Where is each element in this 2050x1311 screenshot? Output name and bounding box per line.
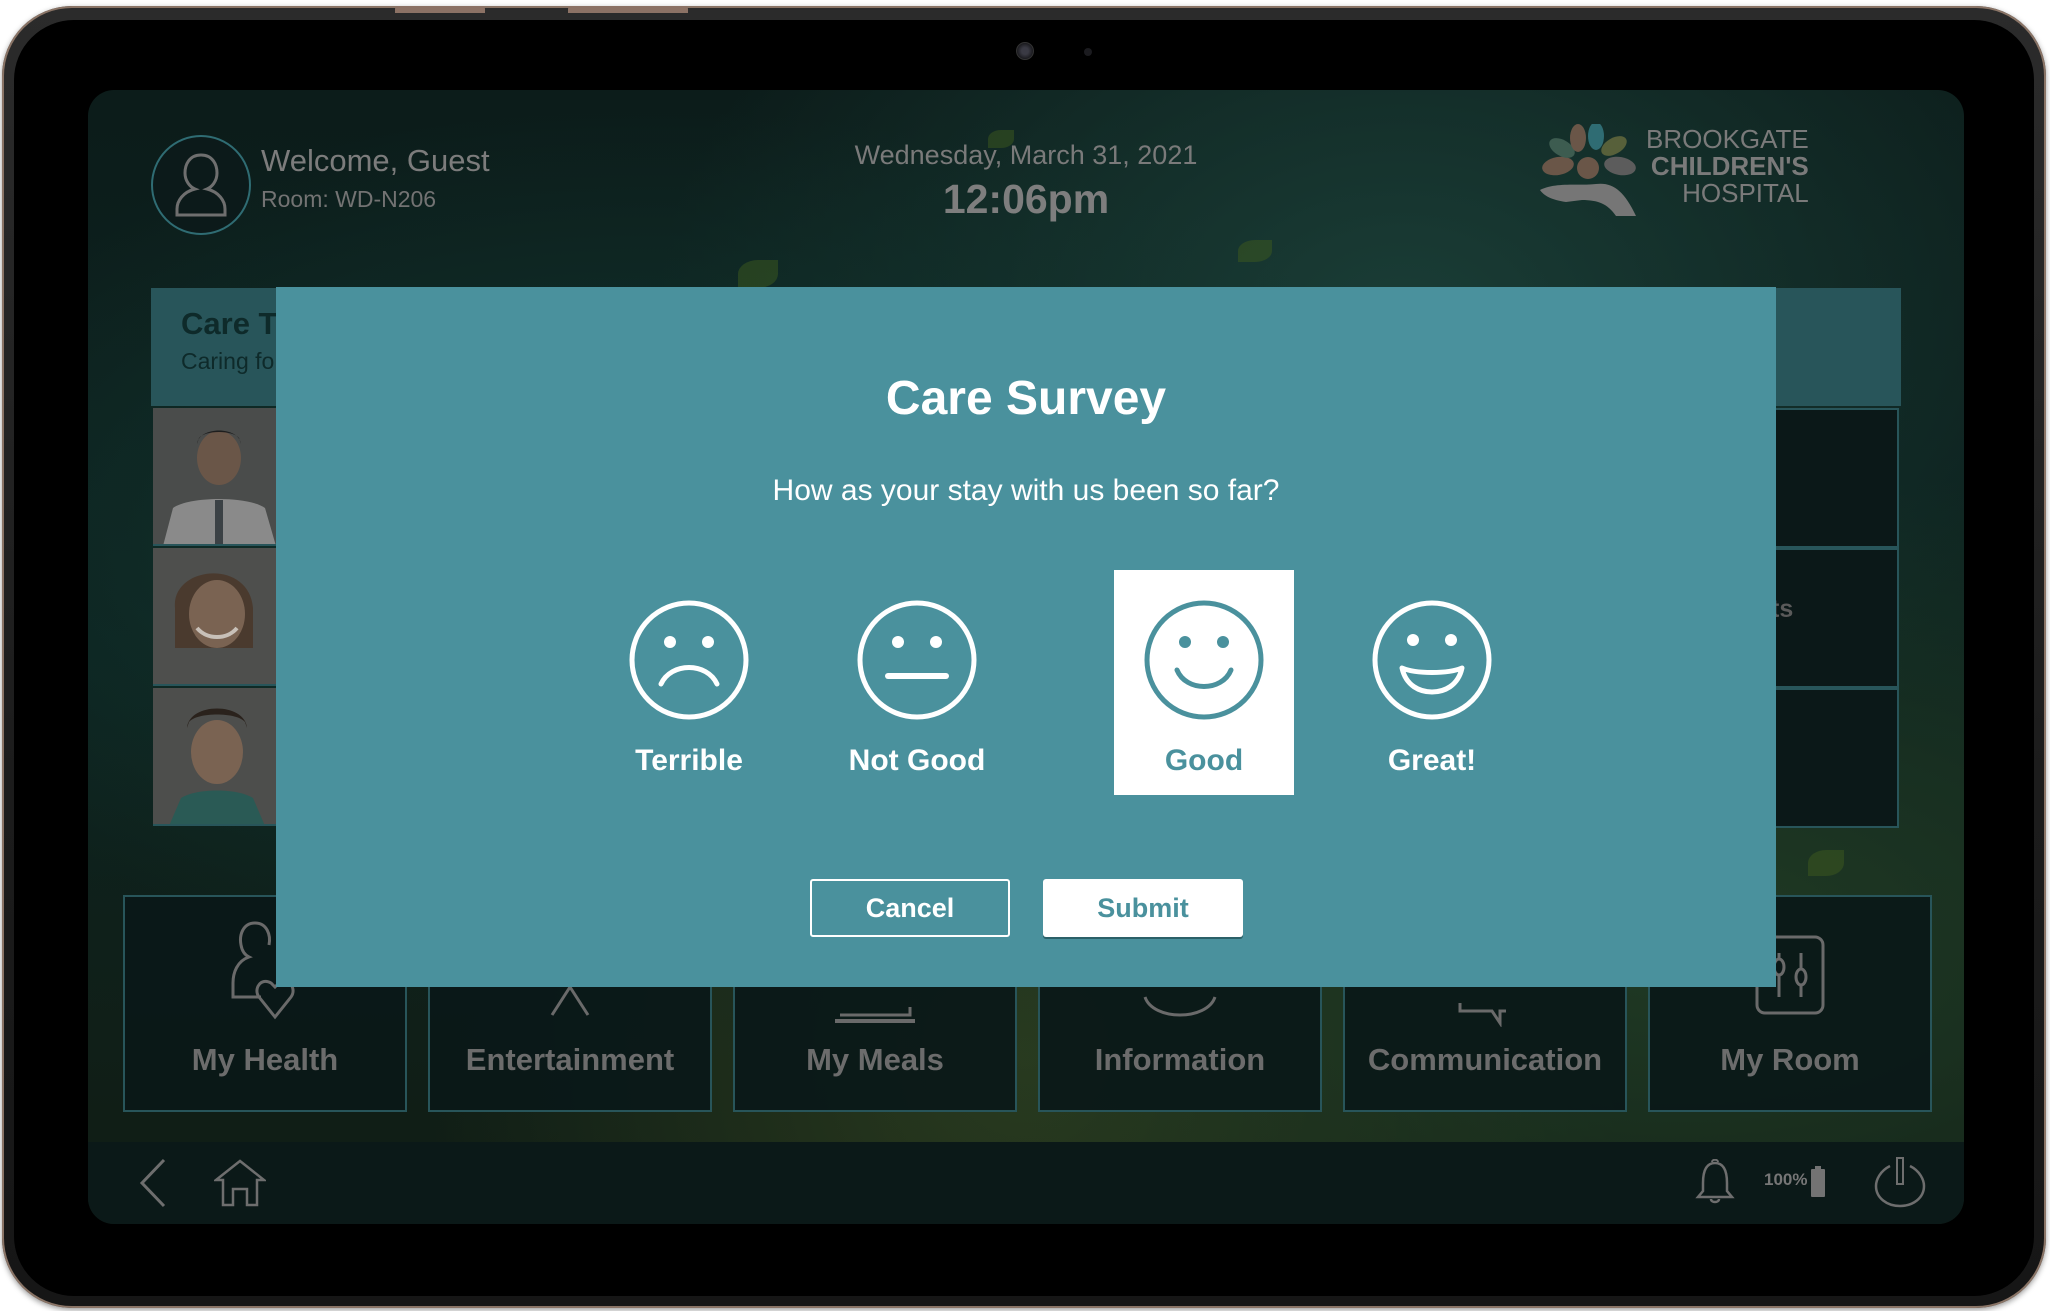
option-label: Good <box>1164 744 1244 777</box>
tile-label: My Health <box>191 1042 339 1077</box>
tile-label: Information <box>1094 1042 1266 1077</box>
option-label: Great! <box>1387 744 1477 777</box>
submit-button[interactable]: Submit <box>1043 879 1243 937</box>
back-icon <box>139 1158 166 1208</box>
power-button[interactable] <box>1872 1154 1928 1210</box>
tablet-hardware-button <box>395 6 485 13</box>
flower-hand-icon <box>1540 122 1636 216</box>
tile-label: My Room <box>1720 1042 1860 1077</box>
care-survey-modal: Care Survey How as your stay with us bee… <box>276 287 1776 987</box>
option-label: Terrible <box>635 744 743 777</box>
care-team-title: Care T <box>181 306 278 341</box>
screen: Welcome, Guest Room: WD-N206 Wednesday, … <box>88 90 1964 1224</box>
home-icon <box>214 1159 266 1207</box>
battery-indicator <box>1810 1166 1826 1198</box>
option-label: Not Good <box>848 744 986 777</box>
light-sensor <box>1084 48 1092 56</box>
tablet-hardware-button <box>568 6 688 13</box>
doctor-portrait <box>153 408 276 544</box>
care-team-photo-nurse-2[interactable] <box>153 688 276 826</box>
front-camera <box>1016 42 1034 60</box>
sad-face-icon <box>629 600 749 720</box>
care-team-photo-nurse-1[interactable] <box>153 548 276 686</box>
modal-title: Care Survey <box>885 372 1167 425</box>
background-leaf <box>1238 240 1272 262</box>
power-icon <box>1874 1157 1926 1208</box>
grin-face-icon <box>1372 600 1492 720</box>
home-button[interactable] <box>210 1158 270 1208</box>
smile-face-icon <box>1144 600 1264 720</box>
option-not-good[interactable]: Not Good <box>827 570 1007 795</box>
logo-line-2: CHILDREN'S <box>1650 151 1809 181</box>
background-leaf <box>1808 850 1844 876</box>
care-team-subtitle: Caring fo <box>181 348 275 374</box>
option-terrible[interactable]: Terrible <box>599 570 779 795</box>
logo-line-3: HOSPITAL <box>1682 178 1809 208</box>
bottom-navbar: 100% <box>88 1142 1964 1224</box>
notifications-button[interactable] <box>1692 1158 1738 1208</box>
background-leaf <box>738 260 778 288</box>
back-button[interactable] <box>128 1158 178 1208</box>
nurse-portrait <box>153 548 276 684</box>
tile-label: Entertainment <box>465 1042 675 1077</box>
nurse-portrait <box>153 688 276 824</box>
battery-icon <box>1811 1166 1825 1197</box>
survey-question: How as your stay with us been so far? <box>772 474 1280 507</box>
logo-text: BROOKGATE CHILDREN'S HOSPITAL <box>1646 126 1809 207</box>
bell-icon <box>1695 1159 1735 1204</box>
tile-label: Communication <box>1367 1042 1603 1077</box>
neutral-face-icon <box>857 600 977 720</box>
option-great[interactable]: Great! <box>1342 570 1522 795</box>
care-team-photo-doctor[interactable] <box>153 408 276 546</box>
option-good[interactable]: Good <box>1114 570 1294 795</box>
logo-line-1: BROOKGATE <box>1646 124 1809 154</box>
tile-label: My Meals <box>806 1042 944 1077</box>
cancel-button[interactable]: Cancel <box>810 879 1010 937</box>
hospital-logo: BROOKGATE CHILDREN'S HOSPITAL <box>1536 122 1836 224</box>
battery-percentage: 100% <box>1764 1170 1808 1189</box>
